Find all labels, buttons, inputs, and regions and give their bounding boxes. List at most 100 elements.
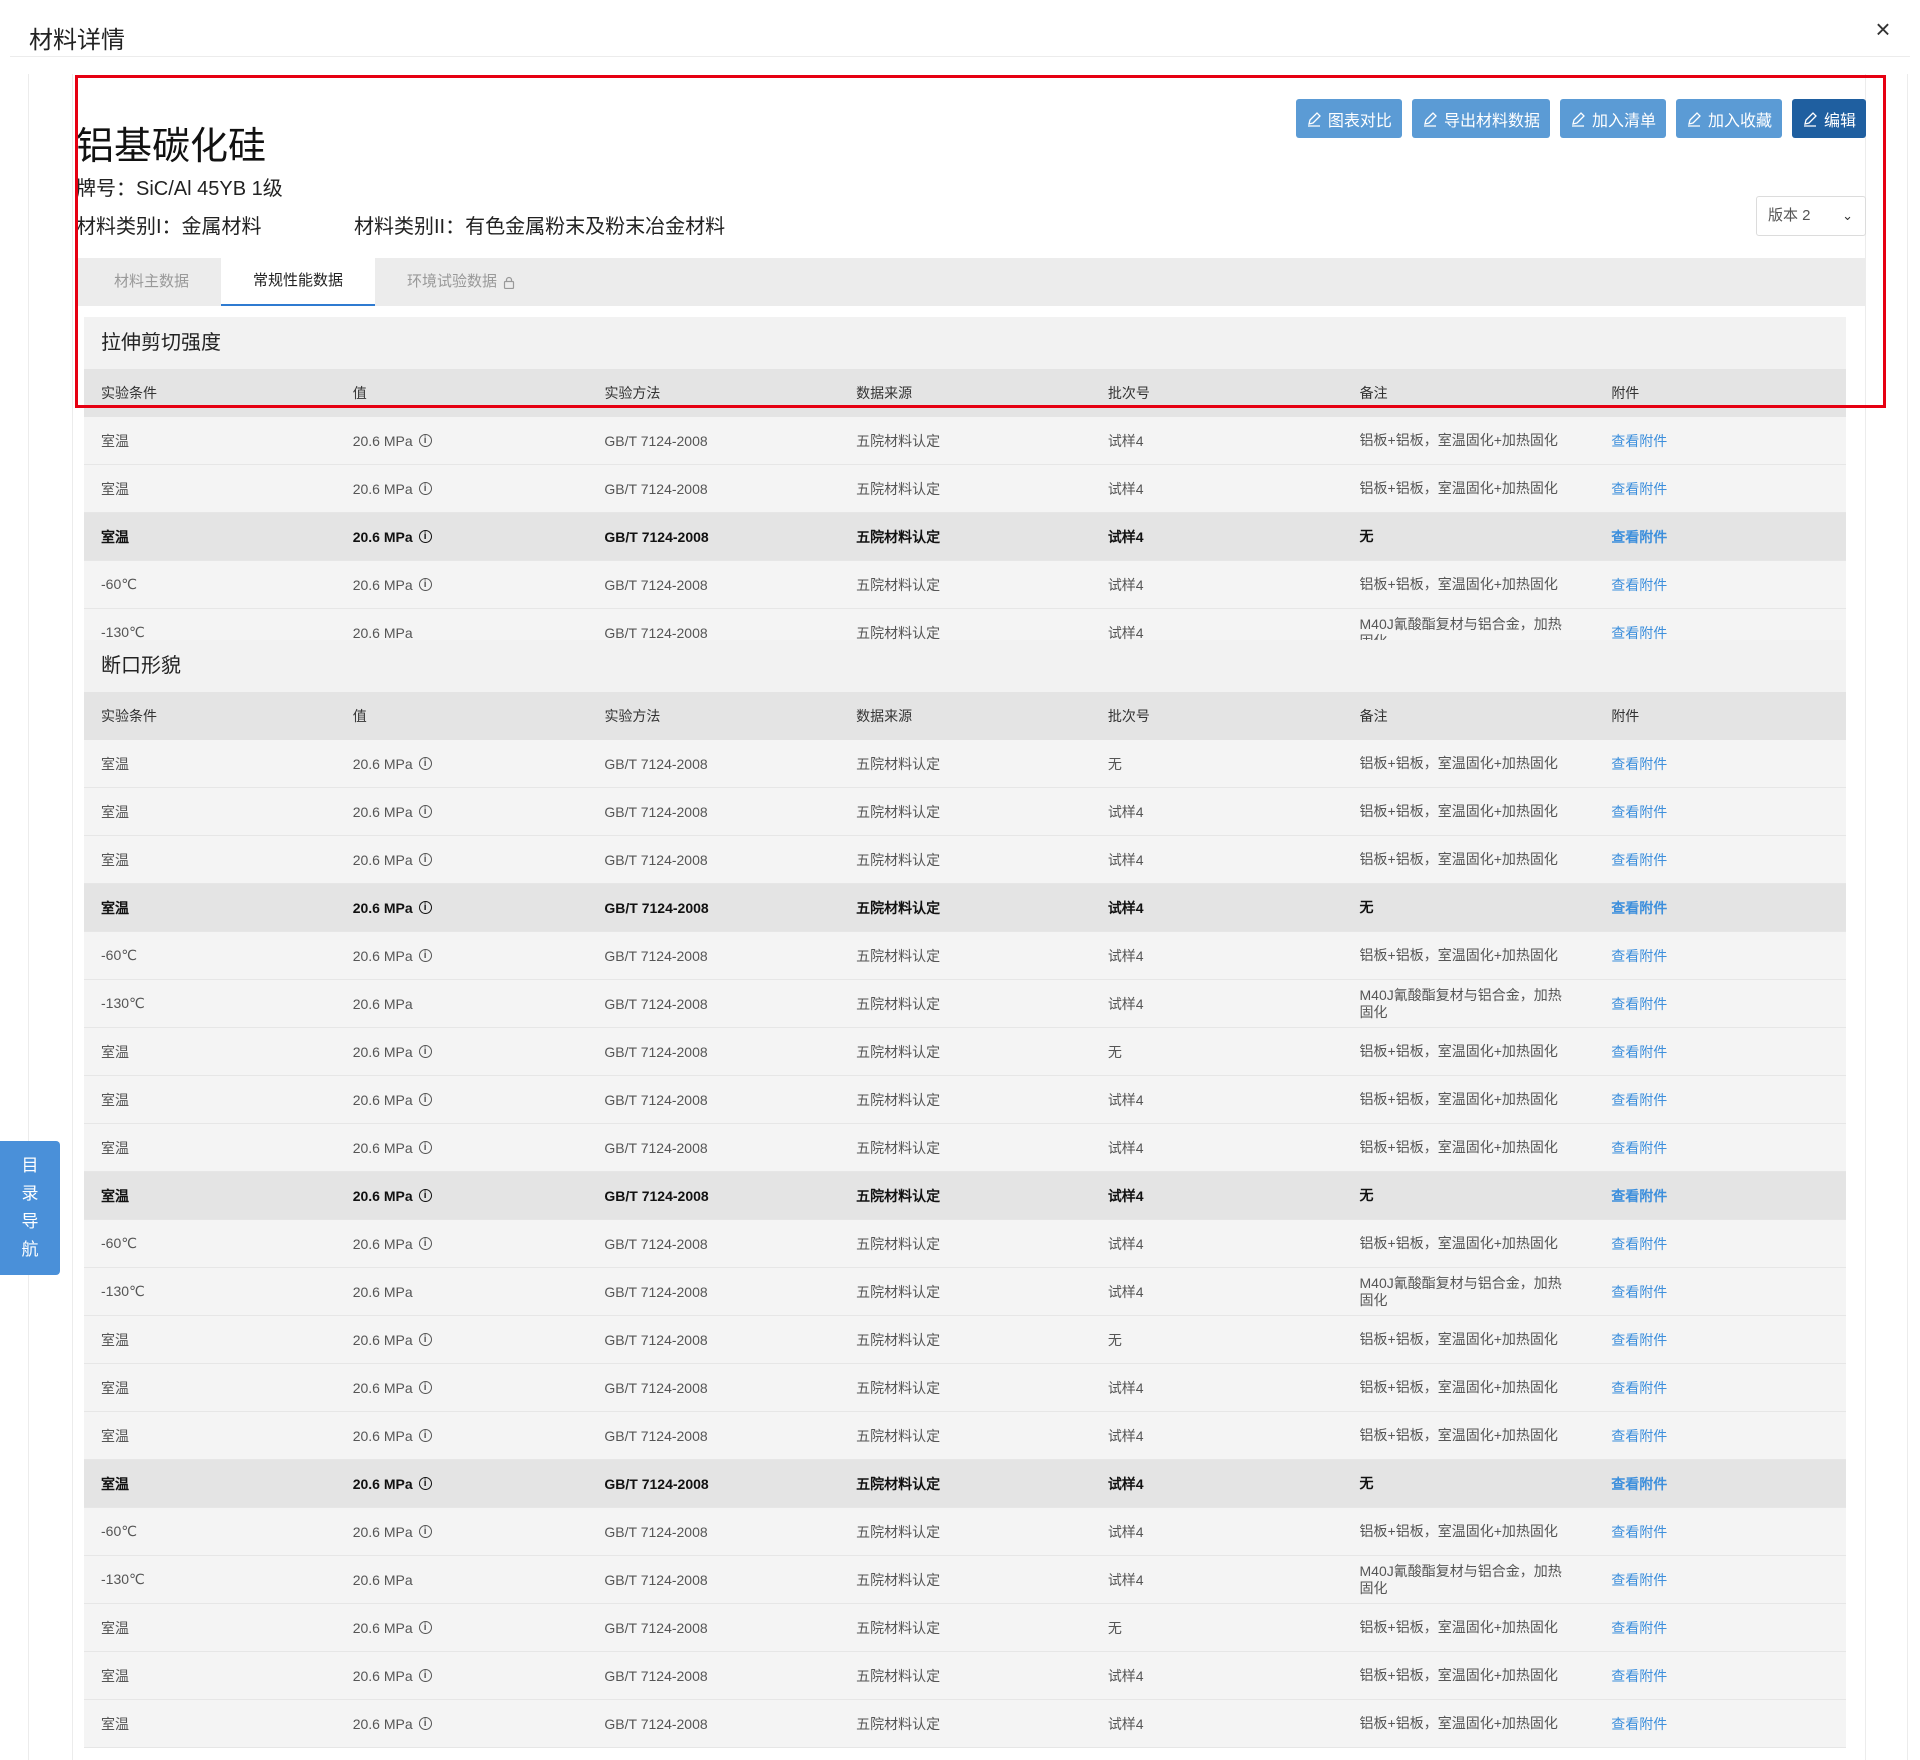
- condition-cell: 室温: [84, 740, 336, 787]
- info-icon[interactable]: i: [418, 530, 432, 543]
- value-cell-text: 20.6 MPa: [352, 851, 413, 868]
- remark-cell-text: 无: [1359, 1475, 1374, 1491]
- chart-compare-button[interactable]: 图表对比: [1295, 99, 1402, 138]
- method-cell-text: GB/T 7124-2008: [604, 851, 708, 868]
- info-icon[interactable]: i: [418, 1717, 432, 1730]
- view-attachment-link[interactable]: 查看附件: [1594, 417, 1846, 464]
- info-icon[interactable]: i: [418, 1045, 432, 1058]
- info-icon[interactable]: i: [418, 1237, 432, 1250]
- source-cell: 五院材料认定: [839, 1604, 1091, 1651]
- condition-cell: 室温: [84, 513, 336, 560]
- remark-cell-text: 铝板+铝板，室温固化+加热固化: [1359, 947, 1558, 963]
- view-attachment-link[interactable]: 查看附件: [1594, 1460, 1846, 1507]
- batch-cell-text: 试样4: [1107, 1715, 1144, 1732]
- value-cell: 20.6 MPa i: [336, 932, 588, 979]
- info-icon[interactable]: i: [418, 1381, 432, 1394]
- batch-cell-text: 试样4: [1107, 995, 1144, 1012]
- section-title: 断口形貌: [101, 655, 181, 677]
- condition-cell-text: -130℃: [101, 624, 145, 640]
- material-category-1: 材料类别I：金属材料: [76, 216, 262, 238]
- value-cell: 20.6 MPa i: [336, 465, 588, 512]
- batch-cell: 试样4: [1091, 932, 1343, 979]
- table-row: 室温 20.6 MPa i GB/T 7124-2008 五院材料认定 试样4 铝板+铝板，…: [84, 836, 1846, 884]
- info-icon[interactable]: i: [418, 1333, 432, 1346]
- view-attachment-link[interactable]: 查看附件: [1594, 1364, 1846, 1411]
- batch-cell: 试样4: [1091, 1268, 1343, 1315]
- add-to-list-button[interactable]: 加入清单: [1559, 99, 1666, 138]
- condition-cell: -60℃: [84, 561, 336, 608]
- view-attachment-link[interactable]: 查看附件: [1594, 788, 1846, 835]
- view-attachment-link[interactable]: 查看附件: [1594, 836, 1846, 883]
- remark-cell: 铝板+铝板，室温固化+加热固化: [1343, 465, 1595, 512]
- condition-cell-text: 室温: [101, 1715, 129, 1732]
- view-attachment-link[interactable]: 查看附件: [1594, 1076, 1846, 1123]
- view-attachment-link[interactable]: 查看附件: [1594, 932, 1846, 979]
- info-icon[interactable]: i: [418, 1141, 432, 1154]
- method-cell-text: GB/T 7124-2008: [604, 1427, 708, 1444]
- info-icon[interactable]: i: [418, 1669, 432, 1682]
- view-attachment-link[interactable]: 查看附件: [1594, 884, 1846, 931]
- info-icon[interactable]: i: [418, 1189, 432, 1202]
- info-icon[interactable]: i: [418, 1477, 432, 1490]
- view-attachment-link[interactable]: 查看附件: [1594, 513, 1846, 560]
- table-row: 室温 20.6 MPa i GB/T 7124-2008 五院材料认定 试样4 无 查看附件: [84, 1460, 1846, 1508]
- tab-regular-performance[interactable]: 常规性能数据: [221, 258, 376, 306]
- info-icon[interactable]: i: [418, 949, 432, 962]
- view-attachment-link[interactable]: 查看附件: [1594, 1172, 1846, 1219]
- view-attachment-link[interactable]: 查看附件: [1594, 1124, 1846, 1171]
- info-icon[interactable]: i: [418, 434, 432, 447]
- version-select[interactable]: 版本 2 ⌄: [1756, 196, 1866, 236]
- view-attachment-link[interactable]: 查看附件: [1594, 1508, 1846, 1555]
- view-attachment-link[interactable]: 查看附件: [1594, 1652, 1846, 1699]
- method-cell-text: GB/T 7124-2008: [604, 624, 708, 641]
- info-icon[interactable]: i: [418, 578, 432, 591]
- info-icon[interactable]: i: [418, 1525, 432, 1538]
- info-icon[interactable]: i: [418, 757, 432, 770]
- view-attachment-link[interactable]: 查看附件: [1594, 1700, 1846, 1747]
- view-attachment-link[interactable]: 查看附件: [1594, 1604, 1846, 1651]
- info-icon[interactable]: i: [418, 1429, 432, 1442]
- source-cell: 五院材料认定: [839, 1172, 1091, 1219]
- batch-cell: 试样4: [1091, 836, 1343, 883]
- view-attachment-link[interactable]: 查看附件: [1594, 1556, 1846, 1603]
- info-icon[interactable]: i: [418, 853, 432, 866]
- method-cell: GB/T 7124-2008: [587, 1268, 839, 1315]
- info-icon[interactable]: i: [418, 805, 432, 818]
- condition-cell-text: 室温: [101, 1379, 129, 1396]
- value-cell-text: 20.6 MPa: [352, 1331, 413, 1348]
- view-attachment-link[interactable]: 查看附件: [1594, 1412, 1846, 1459]
- view-attachment-link[interactable]: 查看附件: [1594, 1220, 1846, 1267]
- table-header: 实验条件 值 实验方法 数据来源 批次号 备注 附件: [84, 692, 1846, 740]
- export-data-button[interactable]: 导出材料数据: [1411, 99, 1550, 138]
- remark-cell: 无: [1343, 884, 1595, 931]
- view-attachment-link[interactable]: 查看附件: [1594, 740, 1846, 787]
- method-cell-text: GB/T 7124-2008: [604, 1667, 708, 1684]
- info-icon[interactable]: i: [418, 1093, 432, 1106]
- table-row: 室温 20.6 MPa i GB/T 7124-2008 五院材料认定 试样4 无 查看附件: [84, 1172, 1846, 1220]
- view-attachment-link[interactable]: 查看附件: [1594, 1268, 1846, 1315]
- condition-cell-text: 室温: [101, 528, 129, 545]
- tab-environment-test[interactable]: 环境试验数据: [375, 258, 547, 306]
- view-attachment-link[interactable]: 查看附件: [1594, 1316, 1846, 1363]
- view-attachment-link[interactable]: 查看附件: [1594, 561, 1846, 608]
- value-cell-text: 20.6 MPa: [352, 1283, 413, 1300]
- view-attachment-link[interactable]: 查看附件: [1594, 1028, 1846, 1075]
- view-attachment-link[interactable]: 查看附件: [1594, 980, 1846, 1027]
- condition-cell: 室温: [84, 1700, 336, 1747]
- remark-cell: 铝板+铝板，室温固化+加热固化: [1343, 1364, 1595, 1411]
- directory-nav-button[interactable]: 目 录 导 航: [0, 1141, 60, 1275]
- source-cell: 五院材料认定: [839, 884, 1091, 931]
- method-cell: GB/T 7124-2008: [587, 465, 839, 512]
- info-icon[interactable]: i: [418, 1621, 432, 1634]
- condition-cell-text: 室温: [101, 899, 129, 916]
- info-icon[interactable]: i: [418, 901, 432, 914]
- tab-master-data[interactable]: 材料主数据: [82, 258, 221, 306]
- add-to-favorites-button[interactable]: 加入收藏: [1675, 99, 1782, 138]
- edit-button[interactable]: 编辑: [1791, 99, 1866, 138]
- view-attachment-link[interactable]: 查看附件: [1594, 465, 1846, 512]
- method-cell-text: GB/T 7124-2008: [604, 1043, 708, 1060]
- value-cell-text: 20.6 MPa: [352, 1187, 413, 1204]
- source-cell-text: 五院材料认定: [856, 1331, 941, 1348]
- info-icon[interactable]: i: [418, 482, 432, 495]
- close-icon[interactable]: ×: [1868, 14, 1898, 44]
